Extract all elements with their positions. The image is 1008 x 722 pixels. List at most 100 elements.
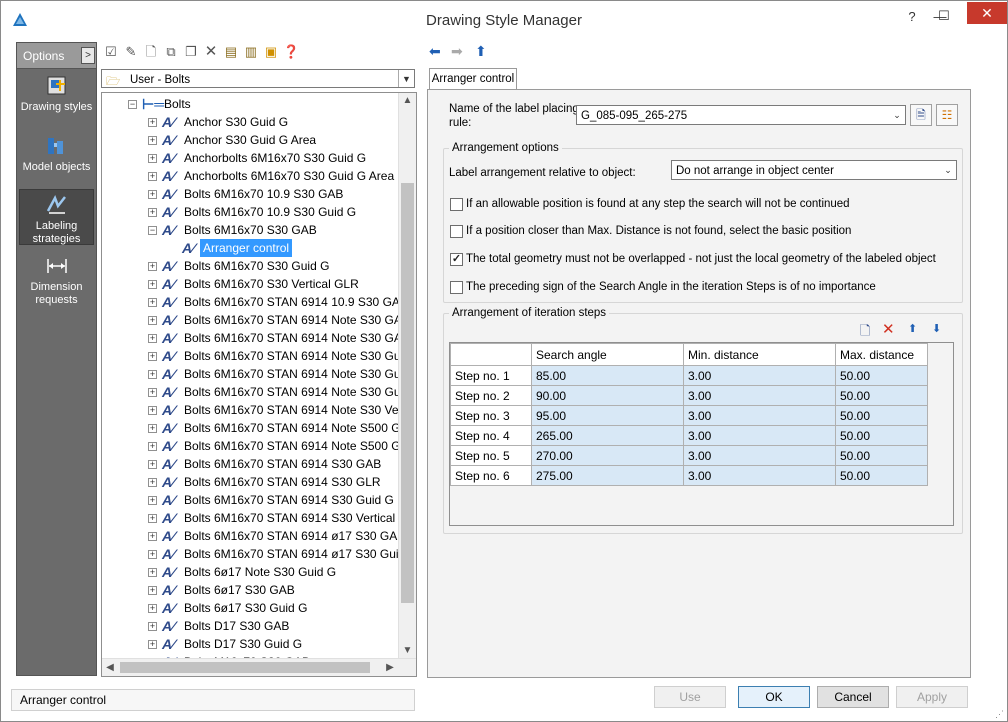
expand-icon[interactable]: + [148, 622, 157, 631]
sidebar-item-model-objects[interactable]: Model objects [19, 135, 94, 174]
expand-icon[interactable]: + [148, 370, 157, 379]
grid-header-max-distance[interactable]: Max. distance [835, 343, 928, 366]
expand-icon[interactable]: + [148, 424, 157, 433]
grid-cell[interactable]: 50.00 [835, 465, 928, 486]
grid-cell[interactable]: 3.00 [683, 365, 836, 386]
expand-icon[interactable]: + [148, 280, 157, 289]
scroll-down-icon[interactable]: ▼ [399, 643, 416, 659]
check-icon[interactable]: ☑ [103, 44, 119, 60]
tree-item[interactable]: + A⁄ Bolts 6M16x70 S30 Vertical GLR [102, 275, 398, 293]
grid-cell[interactable]: 3.00 [683, 385, 836, 406]
grid-cell[interactable]: 50.00 [835, 405, 928, 426]
grid-cell[interactable]: 265.00 [531, 425, 684, 446]
chevron-down-icon[interactable]: ▼ [398, 70, 414, 87]
scroll-up-icon[interactable]: ▲ [399, 93, 416, 109]
expand-icon[interactable]: + [148, 136, 157, 145]
edit-rule-button[interactable]: 🗎 [910, 104, 932, 126]
expand-icon[interactable]: + [148, 514, 157, 523]
use-button[interactable]: Use [654, 686, 726, 708]
export-icon[interactable]: ▤ [223, 44, 239, 60]
edit-check-icon[interactable]: ✎ [123, 44, 139, 60]
tree-item[interactable]: + A⁄ Bolts 6ø17 Note S30 Guid G [102, 563, 398, 581]
tree-item[interactable]: + A⁄ Bolts 6M16x70 STAN 6914 ø17 S30 GAB [102, 527, 398, 545]
placing-rule-select[interactable]: G_085-095_265-275 ⌄ [576, 105, 906, 125]
expand-icon[interactable]: + [148, 604, 157, 613]
grid-cell[interactable]: 90.00 [531, 385, 684, 406]
tree-item[interactable]: + A⁄ Bolts 6M16x70 STAN 6914 10.9 S30 GAB [102, 293, 398, 311]
copy-icon[interactable]: ⧉ [163, 44, 179, 60]
help-icon[interactable]: ❓ [283, 44, 299, 60]
grid-header-min-distance[interactable]: Min. distance [683, 343, 836, 366]
move-up-icon[interactable]: ⬆ [908, 322, 917, 335]
expand-icon[interactable]: + [148, 316, 157, 325]
expand-icon[interactable]: + [148, 532, 157, 541]
sidebar-item-drawing-styles[interactable]: Drawing styles [19, 75, 94, 114]
preview-icon[interactable]: ▣ [263, 44, 279, 60]
tree-item[interactable]: + A⁄ Bolts 6M16x70 STAN 6914 S30 Vertical … [102, 509, 398, 527]
table-row[interactable]: Step no. 4 265.00 3.00 50.00 [450, 425, 928, 446]
expand-icon[interactable]: + [148, 550, 157, 559]
tree-vertical-scrollbar[interactable]: ▲ ▼ [398, 93, 416, 659]
tree-item[interactable]: + A⁄ Anchorbolts 6M16x70 S30 Guid G Area [102, 167, 398, 185]
expand-icon[interactable]: + [148, 460, 157, 469]
expand-icon[interactable]: + [148, 298, 157, 307]
expand-icon[interactable]: + [148, 118, 157, 127]
tree-item[interactable]: + A⁄ Bolts 6M16x70 STAN 6914 Note S30 Vert… [102, 401, 398, 419]
chevron-down-icon[interactable]: ⌄ [889, 106, 905, 124]
tree-item[interactable]: + A⁄ Bolts 6M16x70 STAN 6914 Note S30 Guid [102, 383, 398, 401]
folder-select[interactable]: 🗁 User - Bolts ▼ [101, 69, 415, 88]
tree-item[interactable]: + A⁄ Bolts 6M16x70 STAN 6914 Note S30 Guid [102, 365, 398, 383]
grid-cell[interactable]: 50.00 [835, 365, 928, 386]
grid-cell[interactable]: 3.00 [683, 425, 836, 446]
delete-step-icon[interactable]: ✕ [882, 320, 895, 338]
grid-cell[interactable]: 50.00 [835, 425, 928, 446]
grid-cell[interactable]: 275.00 [531, 465, 684, 486]
expand-icon[interactable]: + [148, 496, 157, 505]
checkbox-total-geometry[interactable]: ✓ [450, 253, 463, 266]
grid-cell[interactable]: 3.00 [683, 465, 836, 486]
rule-settings-button[interactable]: ☷ [936, 104, 958, 126]
tree-item[interactable]: + A⁄ Anchor S30 Guid G [102, 113, 398, 131]
expand-icon[interactable]: + [148, 442, 157, 451]
expand-icon[interactable]: + [148, 190, 157, 199]
tree-item[interactable]: + A⁄ Bolts 6ø17 S30 GAB [102, 581, 398, 599]
tree-item[interactable]: + A⁄ Anchorbolts 6M16x70 S30 Guid G [102, 149, 398, 167]
expand-icon[interactable]: + [148, 406, 157, 415]
tree-item[interactable]: + A⁄ Bolts 6M16x70 STAN 6914 S30 Guid G [102, 491, 398, 509]
tree-item[interactable]: + A⁄ Bolts 6M16x70 STAN 6914 Note S500 GAB [102, 419, 398, 437]
cancel-button[interactable]: Cancel [817, 686, 889, 708]
tree-item[interactable]: + A⁄ Bolts 6M16x70 STAN 6914 Note S30 GAB … [102, 329, 398, 347]
expand-icon[interactable]: + [148, 352, 157, 361]
tree-item-selected[interactable]: A⁄ Arranger control [102, 239, 398, 257]
tree-item[interactable]: + A⁄ Bolts 6ø17 S30 Guid G [102, 599, 398, 617]
arrangement-relative-select[interactable]: Do not arrange in object center ⌄ [671, 160, 957, 180]
expand-icon[interactable]: + [148, 334, 157, 343]
close-button[interactable]: ✕ [967, 2, 1007, 24]
forward-arrow-icon[interactable]: ➡ [451, 43, 463, 60]
scroll-thumb[interactable] [401, 183, 414, 603]
sidebar-item-dimension-requests[interactable]: Dimension requests [19, 255, 94, 307]
tree-item[interactable]: + A⁄ Bolts 6M16x70 S30 Guid G [102, 257, 398, 275]
tree-item[interactable]: + A⁄ Bolts 6M16x70 STAN 6914 Note S500 GAE [102, 437, 398, 455]
back-arrow-icon[interactable]: ⬅ [429, 43, 441, 60]
grid-header-search-angle[interactable]: Search angle [531, 343, 684, 366]
expand-icon[interactable]: + [148, 262, 157, 271]
expand-icon[interactable]: + [148, 568, 157, 577]
table-row[interactable]: Step no. 3 95.00 3.00 50.00 [450, 405, 928, 426]
tree-item[interactable]: + A⁄ Bolts 6M16x70 STAN 6914 S30 GAB [102, 455, 398, 473]
grid-cell[interactable]: 85.00 [531, 365, 684, 386]
resize-grip-icon[interactable]: ⋰ [995, 709, 1005, 719]
tree-horizontal-scrollbar[interactable]: ◀ ▶ [102, 658, 416, 676]
tree-root-bolts[interactable]: − ⊢═ Bolts [102, 95, 398, 113]
expand-icon[interactable]: + [148, 640, 157, 649]
tree-item[interactable]: + A⁄ Anchor S30 Guid G Area [102, 131, 398, 149]
checkbox-sign-angle[interactable] [450, 281, 463, 294]
grid-cell[interactable]: 3.00 [683, 405, 836, 426]
tree-item[interactable]: + A⁄ Bolts 6M16x70 STAN 6914 ø17 S30 Guid … [102, 545, 398, 563]
table-row[interactable]: Step no. 2 90.00 3.00 50.00 [450, 385, 928, 406]
scroll-right-icon[interactable]: ▶ [382, 659, 398, 676]
grid-cell[interactable]: 270.00 [531, 445, 684, 466]
grid-cell[interactable]: 50.00 [835, 385, 928, 406]
tree-item[interactable]: + A⁄ Bolts D17 S30 Guid G [102, 635, 398, 653]
table-row[interactable]: Step no. 6 275.00 3.00 50.00 [450, 465, 928, 486]
